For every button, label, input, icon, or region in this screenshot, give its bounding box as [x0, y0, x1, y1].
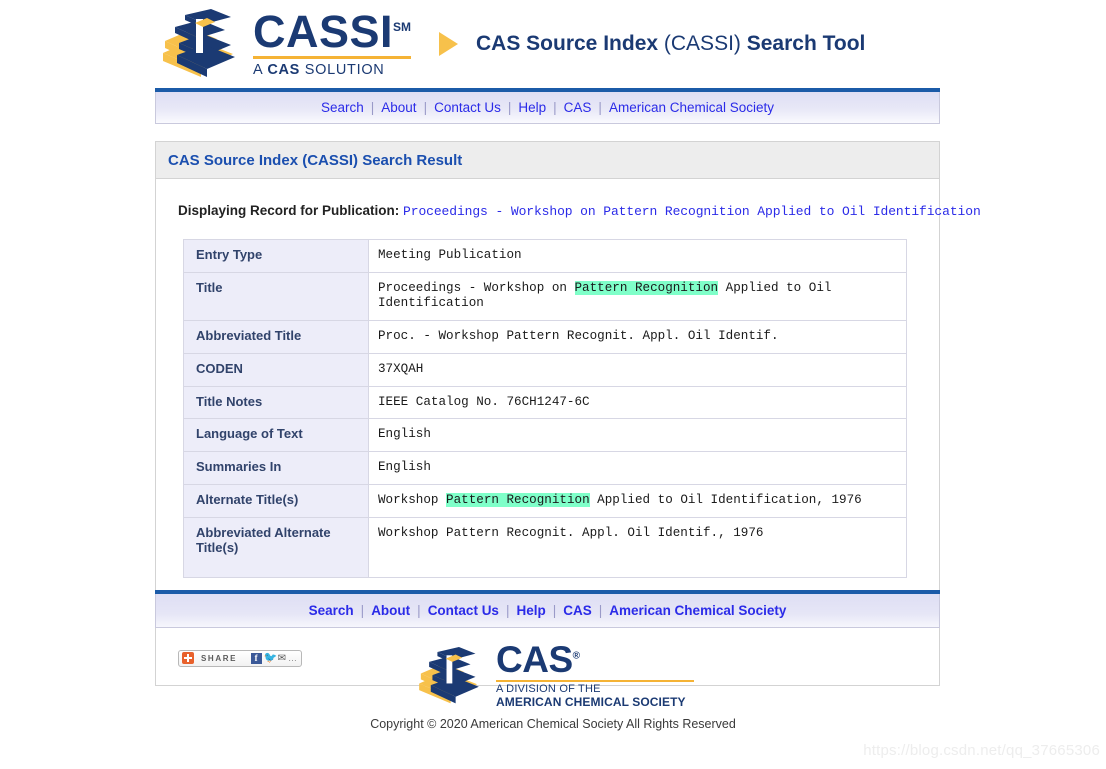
table-row: Abbreviated Alternate Title(s) Workshop …: [183, 516, 907, 578]
top-navigation: Search | About | Contact Us | Help | CAS…: [155, 92, 940, 124]
footer: CAS® A DIVISION OF THE AMERICAN CHEMICAL…: [0, 641, 1106, 731]
cas-logo[interactable]: CAS® A DIVISION OF THE AMERICAN CHEMICAL…: [412, 641, 694, 709]
row-value: Meeting Publication: [368, 239, 907, 273]
row-value: Workshop Pattern Recognition Applied to …: [368, 483, 907, 518]
table-row: Entry Type Meeting Publication: [183, 239, 907, 273]
footnav-separator: |: [360, 603, 365, 618]
topnav-item-acs[interactable]: American Chemical Society: [609, 100, 774, 115]
cas-wordmark: CAS® A DIVISION OF THE AMERICAN CHEMICAL…: [496, 641, 694, 709]
topnav-item-cas[interactable]: CAS: [564, 100, 592, 115]
topnav-item-help[interactable]: Help: [518, 100, 546, 115]
topnav-separator: |: [507, 100, 512, 115]
record-table: Entry Type Meeting Publication Title Pro…: [183, 239, 907, 578]
value-segment: IEEE Catalog No. 76CH1247-6C: [378, 394, 590, 409]
page-title-acronym: (CASSI): [663, 32, 741, 55]
table-row: Language of Text English: [183, 418, 907, 453]
row-label: Alternate Title(s): [183, 483, 369, 518]
cassi-text: CASSI: [253, 6, 394, 58]
table-row: CODEN 37XQAH: [183, 352, 907, 387]
page-title-part2: Search Tool: [740, 32, 866, 55]
service-mark: SM: [393, 20, 412, 35]
row-label: Title Notes: [183, 385, 369, 420]
page-title: CAS Source Index (CASSI) Search Tool: [476, 32, 865, 56]
row-label: Abbreviated Title: [183, 320, 369, 354]
cas-acs-line: AMERICAN CHEMICAL SOCIETY: [496, 694, 686, 709]
row-value: English: [368, 418, 907, 453]
copyright-text: Copyright © 2020 American Chemical Socie…: [370, 717, 736, 731]
cassi-tagline: A CAS SOLUTION: [253, 62, 411, 78]
footnav-separator: |: [417, 603, 421, 618]
value-segment: English: [378, 460, 431, 475]
row-label: Title: [183, 271, 369, 322]
topnav-item-about[interactable]: About: [381, 100, 416, 115]
table-row: Title Notes IEEE Catalog No. 76CH1247-6C: [183, 385, 907, 420]
tagline-post: SOLUTION: [300, 61, 385, 78]
page-title-part1: CAS Source Index: [476, 32, 664, 55]
topnav-separator: |: [370, 100, 375, 115]
gold-rule: [496, 679, 694, 682]
topnav-separator: |: [598, 100, 602, 115]
value-segment-highlighted: Pattern Recognition: [574, 280, 719, 295]
footnav-item-about[interactable]: About: [371, 603, 410, 618]
footnav-item-cas[interactable]: CAS: [563, 603, 592, 618]
value-segment: Workshop Pattern Recognit. Appl. Oil Ide…: [378, 525, 764, 540]
row-label: Entry Type: [183, 239, 369, 273]
cassi-wordmark-text: CASSISM: [253, 9, 412, 54]
card-heading-text: CAS Source Index (CASSI) Search Result: [168, 151, 463, 169]
value-segment: Applied to Oil Identification, 1976: [589, 492, 862, 507]
gold-triangle-icon: [439, 32, 458, 56]
value-segment: Proc. - Workshop Pattern Recognit. Appl.…: [378, 329, 779, 344]
row-label: Language of Text: [183, 418, 369, 453]
table-row: Title Proceedings - Workshop on Pattern …: [183, 271, 907, 322]
footer-navigation: Search | About | Contact Us | Help | CAS…: [155, 594, 940, 628]
topnav-separator: |: [423, 100, 428, 115]
row-label: Abbreviated Alternate Title(s): [183, 516, 369, 578]
cas-stacked-books-icon: [163, 9, 235, 77]
row-label: Summaries In: [183, 451, 369, 485]
value-segment: English: [378, 427, 431, 442]
cas-text: CAS: [496, 639, 573, 681]
cassi-logo[interactable]: CASSISM A CAS SOLUTION: [155, 6, 417, 82]
tagline-pre: A: [253, 61, 268, 78]
footnav-item-acs[interactable]: American Chemical Society: [609, 603, 786, 618]
value-segment-highlighted: Pattern Recognition: [446, 492, 590, 507]
footnav-separator: |: [598, 603, 603, 618]
topnav-separator: |: [553, 100, 557, 115]
row-label: CODEN: [183, 352, 369, 387]
row-value: IEEE Catalog No. 76CH1247-6C: [368, 385, 907, 420]
value-segment: 37XQAH: [378, 361, 424, 376]
displaying-record-label: Displaying Record for Publication:: [178, 203, 400, 218]
row-value: Proceedings - Workshop on Pattern Recogn…: [368, 271, 907, 322]
value-segment: Workshop: [378, 492, 447, 507]
row-value: 37XQAH: [368, 352, 907, 387]
footnav-separator: |: [505, 603, 510, 618]
row-value: English: [368, 451, 907, 485]
table-row: Summaries In English: [183, 451, 907, 485]
record-table-body: Entry Type Meeting Publication Title Pro…: [183, 239, 907, 578]
cas-wordmark-text: CAS®: [496, 641, 694, 678]
footnav-item-search[interactable]: Search: [309, 603, 354, 618]
watermark: https://blog.csdn.net/qq_37665306: [863, 742, 1100, 759]
topnav-item-contact-us[interactable]: Contact Us: [434, 100, 501, 115]
row-value: Workshop Pattern Recognit. Appl. Oil Ide…: [368, 516, 907, 578]
row-value: Proc. - Workshop Pattern Recognit. Appl.…: [368, 320, 907, 354]
page-root: CASSISM A CAS SOLUTION CAS Source Index …: [0, 0, 1106, 769]
publication-name: Proceedings - Workshop on Pattern Recogn…: [403, 204, 981, 219]
registered-mark: ®: [572, 650, 580, 662]
value-segment: Meeting Publication: [378, 248, 522, 262]
cassi-wordmark: CASSISM A CAS SOLUTION: [253, 9, 412, 78]
footnav-item-contact-us[interactable]: Contact Us: [428, 603, 499, 618]
table-row: Abbreviated Title Proc. - Workshop Patte…: [183, 320, 907, 354]
cas-stacked-books-icon: [419, 647, 479, 704]
masthead: CASSISM A CAS SOLUTION CAS Source Index …: [155, 0, 940, 88]
card-header: CAS Source Index (CASSI) Search Result: [156, 142, 939, 179]
topnav-item-search[interactable]: Search: [321, 100, 364, 115]
value-segment: Proceedings - Workshop on: [378, 280, 575, 295]
footnav-separator: |: [552, 603, 557, 618]
cas-division-line: A DIVISION OF THE: [496, 682, 601, 695]
tagline-cas: CAS: [267, 61, 301, 78]
footnav-item-help[interactable]: Help: [516, 603, 545, 618]
displaying-record-line: Displaying Record for Publication: Proce…: [156, 203, 981, 219]
table-row: Alternate Title(s) Workshop Pattern Reco…: [183, 483, 907, 518]
